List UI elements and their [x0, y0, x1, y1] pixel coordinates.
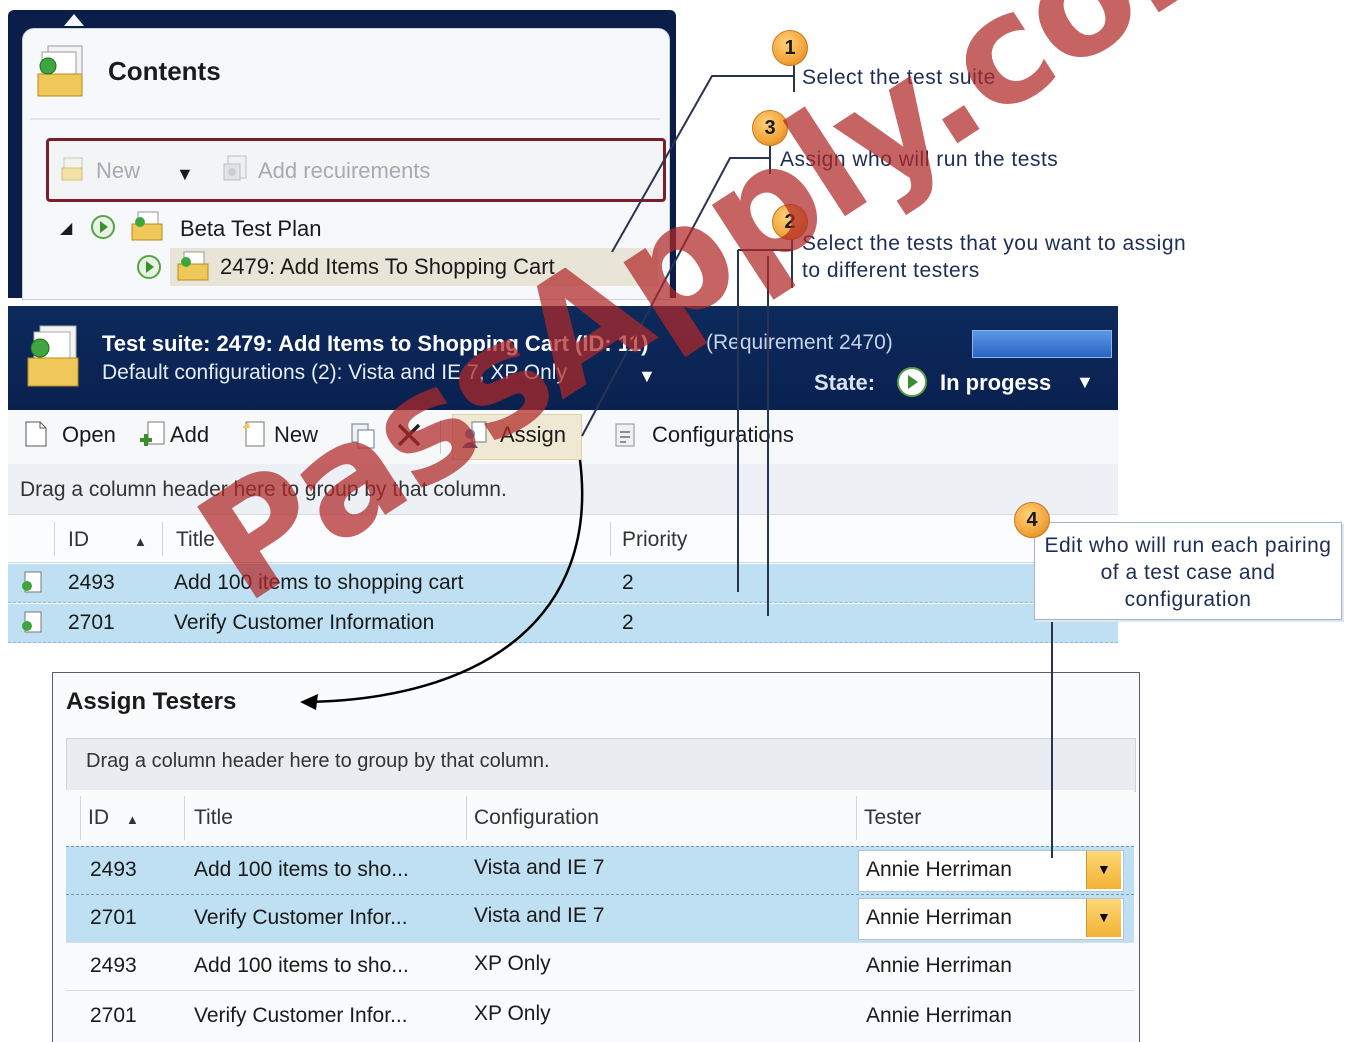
contents-title: Contents	[108, 56, 221, 86]
sort-ascending-icon: ▲	[134, 534, 147, 549]
column-header-configuration[interactable]: Configuration	[474, 806, 599, 830]
group-by-hint: Drag a column header here to group by th…	[20, 478, 507, 501]
play-icon	[137, 255, 161, 279]
progress-bar	[972, 330, 1112, 358]
tree-item-beta-test-plan[interactable]: Beta Test Plan	[180, 216, 321, 242]
test-suite-title: Test suite: 2479: Add Items to Shopping …	[102, 331, 649, 356]
test-grid-header	[8, 516, 1118, 563]
column-divider	[162, 522, 163, 556]
row-title: Verify Customer Information	[174, 611, 435, 634]
contents-divider	[30, 118, 660, 120]
dropdown-arrow-icon[interactable]: ▼	[1086, 899, 1121, 937]
row-configuration: Vista and IE 7	[474, 904, 605, 927]
row-id: 2493	[68, 571, 115, 594]
column-divider	[184, 796, 185, 840]
column-divider	[856, 796, 857, 840]
open-button[interactable]: Open	[62, 422, 116, 448]
row-title: Verify Customer Infor...	[194, 1004, 408, 1027]
column-header-priority[interactable]: Priority	[622, 528, 687, 552]
test-case-icon	[22, 571, 42, 593]
test-suite-requirement[interactable]: (Requirement 2470)	[706, 331, 893, 355]
row-title: Verify Customer Infor...	[194, 906, 408, 929]
row-configuration: XP Only	[474, 952, 551, 975]
chevron-down-icon[interactable]: ▼	[1076, 372, 1094, 393]
tree-expander-icon[interactable]: ◢	[60, 218, 72, 238]
new-button[interactable]: New	[274, 422, 318, 448]
callout-text-4: Edit who will run each pairing of a test…	[1044, 534, 1332, 611]
row-priority: 2	[622, 611, 634, 634]
tree-item-test-suite[interactable]: 2479: Add Items To Shopping Cart	[220, 254, 555, 280]
new-icon	[61, 157, 83, 181]
row-title: Add 100 items to sho...	[194, 858, 409, 881]
callout-text-2: Select the tests that you want to assign…	[802, 232, 1187, 282]
row-title: Add 100 items to shopping cart	[174, 571, 464, 594]
row-id: 2701	[68, 611, 115, 634]
assign-testers-title: Assign Testers	[66, 688, 237, 715]
sort-ascending-icon: ▲	[126, 812, 139, 827]
column-header-id[interactable]: ID	[88, 806, 109, 830]
callout-badge-1: 1	[772, 30, 808, 66]
assign-button[interactable]: Assign	[500, 422, 566, 448]
test-plan-icon	[131, 211, 163, 241]
column-divider	[466, 796, 467, 840]
toolbar-separator	[440, 420, 441, 454]
test-suite-icon	[177, 251, 209, 281]
contents-notch	[64, 14, 84, 26]
chevron-down-icon[interactable]: ▼	[638, 366, 656, 387]
column-divider	[80, 796, 81, 840]
row-priority: 2	[622, 571, 634, 594]
add-icon	[140, 421, 165, 446]
play-icon	[897, 367, 927, 397]
dropdown-arrow-icon[interactable]: ▼	[1086, 851, 1121, 889]
add-button[interactable]: Add	[170, 422, 209, 448]
column-divider	[54, 522, 55, 556]
chevron-down-icon[interactable]: ▼	[176, 164, 194, 185]
column-header-title[interactable]: Title	[194, 806, 233, 830]
new-icon	[242, 421, 265, 447]
tester-value: Annie Herriman	[866, 858, 1012, 881]
copy-icon[interactable]	[348, 418, 378, 450]
state-dropdown[interactable]: In progess	[940, 370, 1051, 396]
tester-value[interactable]: Annie Herriman	[866, 1004, 1012, 1028]
play-icon	[91, 215, 115, 239]
column-header-tester[interactable]: Tester	[864, 806, 921, 830]
tester-value[interactable]: Annie Herriman	[866, 954, 1012, 978]
new-button[interactable]: New	[96, 158, 140, 184]
configurations-button[interactable]: Configurations	[652, 422, 794, 448]
add-requirements-icon	[223, 155, 247, 181]
callout-text-3: Assign who will run the tests	[780, 148, 1059, 171]
assign-icon	[462, 421, 487, 448]
row-title: Add 100 items to sho...	[194, 954, 409, 977]
callout-text-1: Select the test suite	[802, 66, 996, 89]
column-header-title[interactable]: Title	[176, 528, 215, 552]
delete-icon[interactable]	[394, 418, 424, 450]
test-case-icon	[22, 611, 42, 633]
tester-value: Annie Herriman	[866, 906, 1012, 929]
row-id: 2493	[90, 858, 137, 881]
test-suite-icon	[27, 325, 79, 387]
row-id: 2493	[90, 954, 137, 977]
group-by-hint: Drag a column header here to group by th…	[86, 750, 550, 772]
row-id: 2701	[90, 1004, 137, 1027]
configurations-icon	[615, 423, 635, 447]
row-configuration: Vista and IE 7	[474, 856, 605, 879]
open-icon	[25, 421, 47, 447]
row-configuration: XP Only	[474, 1002, 551, 1025]
column-divider	[610, 522, 611, 556]
callout-badge-3: 3	[752, 110, 788, 146]
default-configurations: Default configurations (2): Vista and IE…	[102, 361, 567, 384]
row-id: 2701	[90, 906, 137, 929]
state-label: State:	[814, 370, 876, 395]
column-header-id[interactable]: ID	[68, 528, 89, 552]
add-requirements-button[interactable]: Add recuirements	[258, 158, 430, 184]
contents-icon	[37, 45, 83, 97]
